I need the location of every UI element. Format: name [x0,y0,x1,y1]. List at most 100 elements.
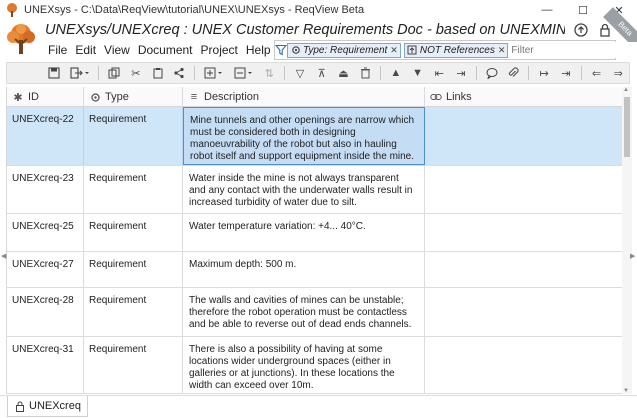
cell-id: UNEXcreq-23 [7,166,84,213]
column-header-links-label: Links [446,91,472,103]
filter-bar: Type: Requirement ✕ NOT References ✕ ▼ [274,40,637,60]
link-icon [430,91,442,103]
table-row[interactable]: UNEXcreq-27 Requirement Maximum depth: 5… [7,252,622,288]
cell-links [425,252,622,287]
funnel-icon[interactable] [275,41,287,59]
eject-icon[interactable]: ⏏ [333,64,355,82]
filter-chip-type-label: Type: Requirement [303,44,388,56]
indent-icon[interactable]: ⇥ [450,64,472,82]
comment-icon[interactable] [481,64,503,82]
copy-icon[interactable] [103,64,125,82]
toolbar-separator [98,66,100,80]
cell-description[interactable]: Maximum depth: 500 m. [183,252,425,287]
upload-icon[interactable] [573,22,589,38]
column-header-description[interactable]: ≡ Description [183,87,425,107]
menu-project[interactable]: Project [197,42,242,58]
link-out-icon[interactable]: ↦ [533,64,555,82]
cell-links [425,214,622,251]
document-title-prefix: UNEXsys/UNEXcreq : [45,22,192,38]
menu-view[interactable]: View [100,42,134,58]
add-object-icon[interactable] [199,64,229,82]
cell-description[interactable]: The walls and cavities of mines can be u… [183,288,425,336]
cell-links [425,337,622,393]
right-panel-toggle-icon[interactable]: ▶ [630,252,635,260]
toolbar-separator [284,66,286,80]
table-row[interactable]: UNEXcreq-31 Requirement There is also a … [7,337,622,394]
move-up-icon[interactable]: ▲ [385,64,407,82]
menu-edit[interactable]: Edit [71,42,100,58]
lock-icon [14,401,25,412]
move-down-icon[interactable]: ▼ [407,64,429,82]
column-header-description-label: Description [204,91,260,103]
chip-remove-icon[interactable]: ✕ [390,45,398,56]
table-row[interactable]: UNEXcreq-25 Requirement Water temperatur… [7,214,622,252]
window-titlebar: UNEXsys - C:\Data\ReqView\tutorial\UNEX\… [0,0,637,20]
column-header-type[interactable]: Type [84,87,183,107]
vertical-scrollbar[interactable]: ▲ ▼ [622,87,632,394]
filter-chip-references-label: NOT References [419,44,495,56]
left-panel-toggle-icon[interactable]: ◀ [1,252,6,260]
minimize-button[interactable]: — [529,0,565,20]
cell-description[interactable]: Mine tunnels and other openings are narr… [183,107,425,165]
cell-type: Requirement [84,214,183,251]
filter-chip-references[interactable]: NOT References ✕ [403,42,509,58]
outdent-icon[interactable]: ⇤ [428,64,450,82]
share-icon[interactable] [168,64,190,82]
attachment-icon[interactable] [503,64,525,82]
cell-type: Requirement [84,166,183,213]
chip-remove-icon[interactable]: ✕ [498,45,506,56]
asterisk-icon: ✱ [13,91,23,104]
collapse-icon[interactable]: ⊼ [311,64,333,82]
delete-icon[interactable] [354,64,376,82]
cell-links [425,107,622,165]
toolbar-separator [580,66,582,80]
filter-input[interactable] [511,42,637,58]
menu-help[interactable]: Help [242,42,275,58]
cell-id: UNEXcreq-22 [7,107,84,165]
cell-type: Requirement [84,252,183,287]
title-icons [573,22,613,38]
document-tab-bar: UNEXcreq [0,395,637,418]
cell-id: UNEXcreq-27 [7,252,84,287]
cell-links [425,166,622,213]
table-row[interactable]: UNEXcreq-22 Requirement Mine tunnels and… [7,107,622,166]
column-header-links[interactable]: Links [425,87,622,107]
filter-chip-type[interactable]: Type: Requirement ✕ [287,42,401,58]
menu-file[interactable]: File [44,42,71,58]
cell-description[interactable]: There is also a possibility of having at… [183,337,425,393]
cell-type: Requirement [84,337,183,393]
indent-filter-icon[interactable]: ▽ [289,64,311,82]
column-header-id[interactable]: ✱ ID [7,87,84,107]
link-end-icon[interactable]: ⇥ [555,64,577,82]
scrollbar-thumb[interactable] [624,97,630,157]
cell-type: Requirement [84,107,183,165]
cut-icon[interactable]: ✂ [125,64,147,82]
navigate-back-icon[interactable]: ⇐ [586,64,608,82]
sort-icon[interactable]: ⇅ [258,64,280,82]
app-tree-icon [7,3,17,17]
scroll-down-icon[interactable]: ▼ [623,388,629,394]
cell-description[interactable]: Water inside the mine is not always tran… [183,166,425,213]
gear-icon [89,91,101,103]
cell-id: UNEXcreq-25 [7,214,84,251]
arrow-up-icon [407,45,418,56]
scroll-up-icon[interactable]: ▲ [623,87,629,93]
cell-id: UNEXcreq-31 [7,337,84,393]
remove-object-icon[interactable] [229,64,259,82]
tab-unexcreq[interactable]: UNEXcreq [7,396,88,417]
maximize-button[interactable]: ☐ [565,0,601,20]
toolbar-separator [528,66,530,80]
table-row[interactable]: UNEXcreq-28 Requirement The walls and ca… [7,288,622,337]
table-row[interactable]: UNEXcreq-23 Requirement Water inside the… [7,166,622,214]
menu-document[interactable]: Document [134,42,197,58]
export-icon[interactable] [65,64,95,82]
paste-icon[interactable] [147,64,169,82]
save-icon[interactable] [43,64,65,82]
column-header-type-label: Type [105,91,129,103]
window-title: UNEXsys - C:\Data\ReqView\tutorial\UNEX\… [24,4,365,16]
document-title: UNEXsys/UNEXcreq : UNEX Customer Require… [45,22,565,38]
cell-description[interactable]: Water temperature variation: +4... 40°C. [183,214,425,251]
column-header-id-label: ID [28,91,39,103]
navigate-forward-icon[interactable]: ⇒ [607,64,629,82]
text-lines-icon: ≡ [190,91,198,103]
